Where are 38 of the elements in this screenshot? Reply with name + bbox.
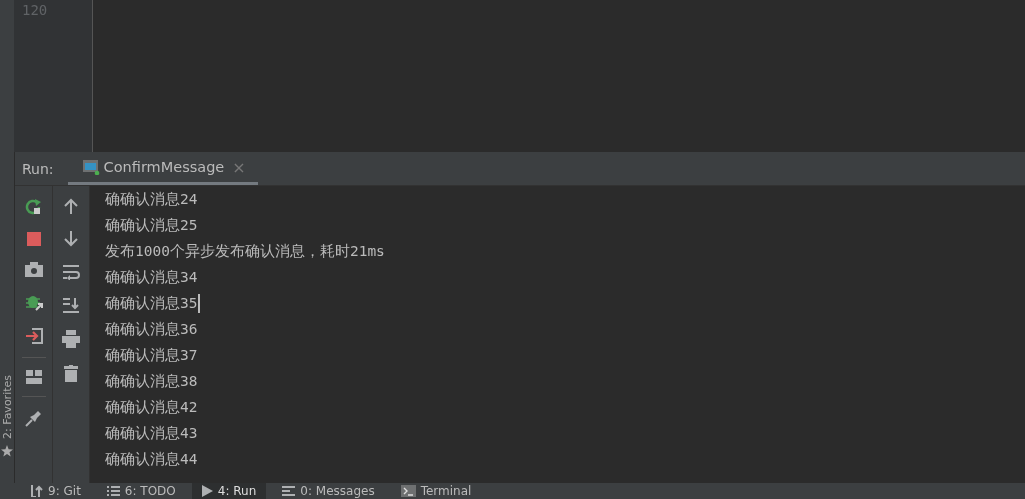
up-arrow-icon[interactable] xyxy=(64,198,78,214)
console-line: 确确认消息37 xyxy=(105,346,198,365)
tool-window-tab[interactable]: 4: Run xyxy=(191,483,267,499)
run-label: Run: xyxy=(21,160,55,179)
console-line: 确确认消息34 xyxy=(105,268,198,287)
console-line: 确确认消息25 xyxy=(105,216,198,235)
exit-icon[interactable] xyxy=(24,327,43,345)
print-icon[interactable] xyxy=(62,330,80,348)
messages-icon xyxy=(282,485,296,497)
star-icon xyxy=(1,445,13,457)
console-line: 发布1000个异步发布确认消息，耗时21ms xyxy=(105,242,385,261)
console-line: 确确认消息35 xyxy=(105,294,198,313)
layout-icon[interactable] xyxy=(25,370,42,384)
list-icon xyxy=(106,485,120,497)
terminal-icon xyxy=(400,485,416,497)
console-line: 确确认消息38 xyxy=(105,372,198,391)
camera-icon[interactable] xyxy=(24,262,43,277)
down-arrow-icon[interactable] xyxy=(64,231,78,247)
stop-icon[interactable] xyxy=(26,232,41,246)
tool-window-tab[interactable]: 0: Messages xyxy=(272,483,385,499)
console-line: 确确认消息43 xyxy=(105,424,198,443)
window-icon xyxy=(81,159,100,175)
wrap-icon[interactable] xyxy=(62,264,80,280)
console-line: 确确认消息44 xyxy=(105,450,198,469)
play-icon xyxy=(201,485,213,497)
rerun-icon[interactable] xyxy=(24,198,43,216)
tool-window-tab[interactable]: Terminal xyxy=(390,483,482,499)
git-icon xyxy=(30,485,43,497)
bug-icon[interactable] xyxy=(24,293,43,311)
console-line: 确确认消息24 xyxy=(105,190,198,209)
scroll-to-end-icon[interactable] xyxy=(62,297,80,313)
tool-window-tab[interactable]: 6: TODO xyxy=(96,483,186,499)
console-line: 确确认消息42 xyxy=(105,398,198,417)
pin-icon[interactable] xyxy=(24,409,43,427)
console-line: 确确认消息36 xyxy=(105,320,198,339)
favorites-tab[interactable]: 2: Favorites xyxy=(0,375,14,439)
trash-icon[interactable] xyxy=(64,365,78,382)
tool-window-tab[interactable]: 9: Git xyxy=(20,483,91,499)
